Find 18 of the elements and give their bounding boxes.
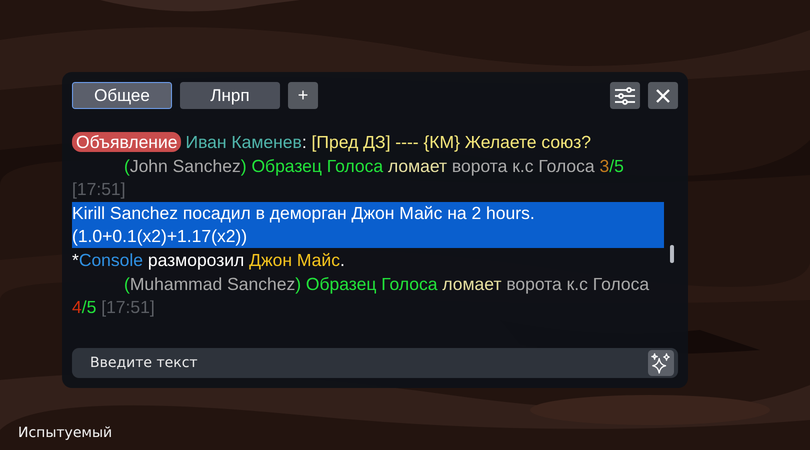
sliders-icon: [614, 86, 636, 106]
chat-message: (Muhammad Sanchez) Образец Голоса ломает ворота к.с Голоса 4/5 [17:51]: [72, 273, 650, 319]
chat-tab[interactable]: Лнрп: [180, 82, 280, 109]
close-icon: [655, 88, 671, 104]
chat-input-field[interactable]: Введите текст: [72, 348, 678, 378]
add-tab-button[interactable]: +: [288, 82, 318, 109]
chat-message: Kirill Sanchez посадил в деморган Джон Майс на 2 hours. (1.0+0.1(x2)+1.17(x2)): [72, 202, 664, 248]
scrollbar-thumb[interactable]: [670, 245, 674, 263]
player-label: Испытуемый: [18, 424, 112, 443]
close-button[interactable]: [648, 82, 678, 109]
chat-tab[interactable]: Общее: [72, 82, 172, 109]
chat-message: *Console разморозил Джон Майс.: [72, 249, 345, 272]
chat-message: (John Sanchez) Образец Голоса ломает ворота к.с Голоса 3/5 [17:51]: [72, 155, 625, 201]
settings-button[interactable]: [610, 82, 640, 109]
chat-message: Иван Каменев: [Пред ДЗ] ---- {КМ} Желаете союз?: [185, 131, 591, 154]
sparkle-icon: [650, 352, 672, 374]
announcement-badge: Объявление: [72, 132, 182, 152]
sparkle-button[interactable]: [648, 350, 674, 376]
